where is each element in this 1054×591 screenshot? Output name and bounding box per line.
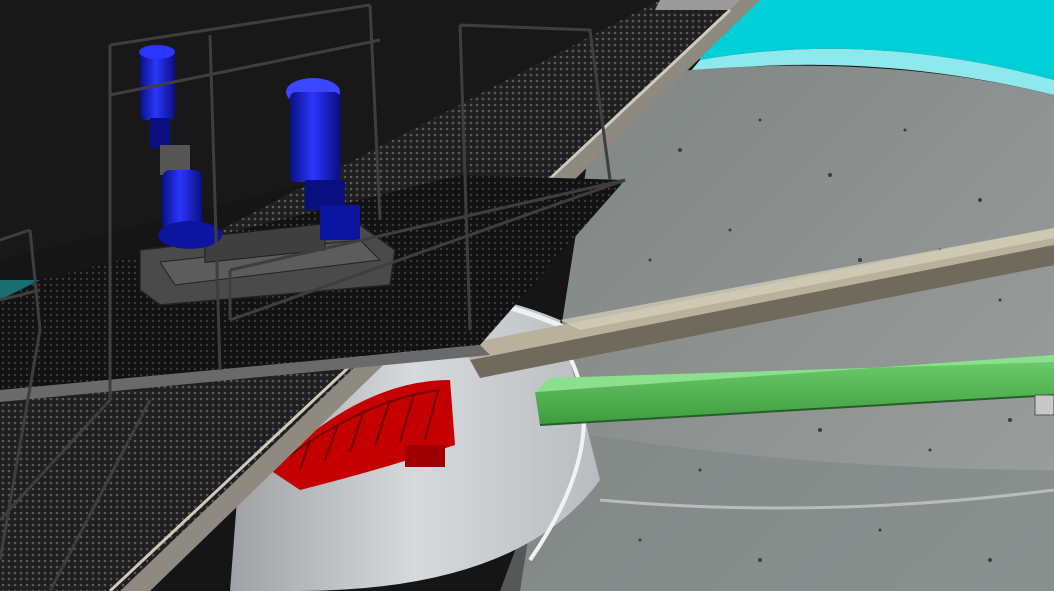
launder-bracket (1034, 394, 1054, 416)
thickener-tank-cad-render (0, 0, 1054, 591)
walkway-frame-top (655, 0, 740, 10)
cad-scene (0, 0, 1054, 591)
